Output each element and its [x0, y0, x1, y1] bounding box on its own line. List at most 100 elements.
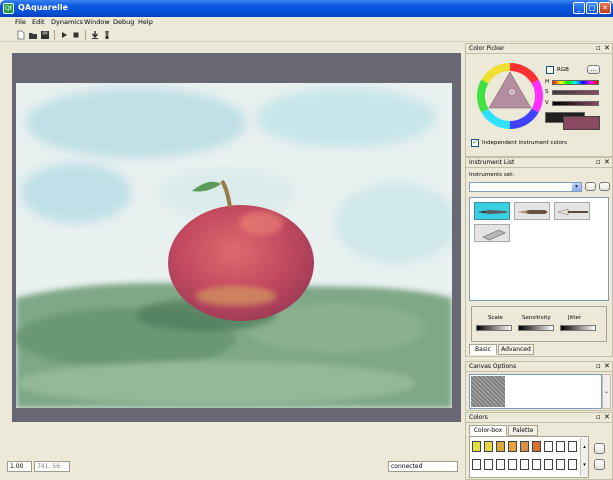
chevron-down-icon[interactable]: ▾: [572, 183, 581, 191]
apple-painting: [16, 83, 452, 408]
scale-slider[interactable]: [476, 325, 512, 331]
hue-label: H: [545, 79, 550, 85]
dock-header: Colors ▫ ✕: [466, 413, 612, 423]
round-brush-icon[interactable]: [474, 202, 510, 220]
color-swatch[interactable]: [568, 459, 577, 470]
menu-dynamics[interactable]: Dynamics: [51, 17, 83, 28]
flat-brush-icon[interactable]: [514, 202, 550, 220]
connection-status: connected: [388, 461, 458, 472]
dock-title: Colors: [469, 414, 488, 421]
float-icon[interactable]: ▫: [596, 362, 601, 371]
independent-colors-label: Independent instrument colors: [482, 140, 567, 146]
status-bar: 1.00 741, 56 connected: [0, 457, 465, 480]
tab-palette[interactable]: Palette: [508, 425, 538, 436]
new-document-icon[interactable]: [16, 30, 26, 40]
color-swatch[interactable]: [556, 459, 565, 470]
color-wheel[interactable]: [476, 62, 544, 130]
remove-color-button[interactable]: [594, 459, 605, 470]
scale-label: Scale: [488, 315, 503, 321]
menu-file[interactable]: File: [15, 17, 26, 28]
saturation-label: S: [545, 89, 549, 95]
color-swatch[interactable]: [508, 459, 517, 470]
value-label: V: [545, 100, 549, 106]
title-bar: Qt QAquarelle _ □ ✕: [0, 0, 613, 17]
menu-bar: File Edit Dynamics Window Debug Help: [0, 17, 613, 28]
value-slider[interactable]: [552, 101, 599, 106]
download-icon[interactable]: [90, 30, 100, 40]
dock-title: Canvas Options: [469, 363, 517, 370]
float-icon[interactable]: ▫: [596, 158, 601, 167]
close-icon[interactable]: ✕: [604, 362, 610, 371]
sensitivity-slider[interactable]: [518, 325, 554, 331]
color-swatch[interactable]: [520, 459, 529, 470]
independent-colors-checkbox[interactable]: ✓: [471, 139, 479, 147]
color-swatch[interactable]: [484, 441, 493, 452]
add-color-button[interactable]: [594, 443, 605, 454]
remove-set-button[interactable]: [599, 182, 610, 191]
menu-debug[interactable]: Debug: [113, 17, 134, 28]
add-set-button[interactable]: [585, 182, 596, 191]
jitter-slider[interactable]: [560, 325, 596, 331]
color-picker-dock: Color Picker ▫ ✕ RGB ... H S V ✓ Indepen…: [465, 43, 613, 157]
sensitivity-label: Sensitivity: [522, 315, 551, 321]
painting-canvas[interactable]: [16, 83, 452, 408]
color-swatch[interactable]: [496, 459, 505, 470]
color-swatch[interactable]: [472, 459, 481, 470]
color-swatch[interactable]: [544, 441, 553, 452]
menu-window[interactable]: Window: [84, 17, 110, 28]
canvas-options-dock: Canvas Options ▫ ✕ ⌄: [465, 361, 613, 411]
color-swatch[interactable]: [472, 441, 481, 452]
play-icon[interactable]: [59, 30, 69, 40]
close-icon[interactable]: ✕: [604, 413, 610, 422]
toolbar: [0, 28, 613, 42]
color-swatch[interactable]: [508, 441, 517, 452]
color-swatch[interactable]: [556, 441, 565, 452]
eraser-icon[interactable]: [474, 224, 510, 242]
save-icon[interactable]: [40, 30, 50, 40]
minimize-button[interactable]: _: [573, 2, 585, 14]
instruments-set-label: Instruments set:: [469, 172, 515, 178]
close-icon[interactable]: ✕: [604, 158, 610, 167]
brush-icon[interactable]: [102, 30, 112, 40]
dock-header: Canvas Options ▫ ✕: [466, 362, 612, 372]
color-swatch[interactable]: [520, 441, 529, 452]
maximize-button[interactable]: □: [586, 2, 598, 14]
vertical-scrollbar[interactable]: ▴ ▾: [580, 438, 588, 476]
tab-color-box[interactable]: Color-box: [469, 425, 507, 436]
dock-title: Instrument List: [469, 159, 515, 166]
color-swatch[interactable]: [484, 459, 493, 470]
hue-slider[interactable]: [552, 80, 599, 85]
vertical-scrollbar[interactable]: ⌄: [602, 374, 611, 409]
color-swatch[interactable]: [532, 459, 541, 470]
toolbar-separator: [54, 30, 55, 40]
float-icon[interactable]: ▫: [596, 413, 601, 422]
saturation-slider[interactable]: [552, 90, 599, 95]
dock-title: Color Picker: [469, 45, 505, 52]
instruments-set-select[interactable]: ▾: [469, 182, 582, 192]
instrument-settings-panel: Scale Sensitivity Jitter: [471, 306, 607, 342]
cursor-coordinates: 741, 56: [34, 461, 70, 472]
instrument-list-dock: Instrument List ▫ ✕ Instruments set: ▾ S…: [465, 157, 613, 357]
float-icon[interactable]: ▫: [596, 44, 601, 53]
canvas-texture-list: [469, 374, 602, 409]
fan-brush-icon[interactable]: [554, 202, 590, 220]
rgb-checkbox[interactable]: [546, 66, 554, 74]
zoom-field[interactable]: 1.00: [7, 461, 32, 472]
tab-advanced[interactable]: Advanced: [498, 344, 534, 355]
color-swatch[interactable]: [532, 441, 541, 452]
close-button[interactable]: ✕: [599, 2, 611, 14]
more-colors-button[interactable]: ...: [587, 65, 600, 74]
tab-basic[interactable]: Basic: [469, 344, 497, 355]
jitter-label: Jitter: [568, 315, 582, 321]
menu-edit[interactable]: Edit: [32, 17, 45, 28]
menu-help[interactable]: Help: [138, 17, 153, 28]
stop-icon[interactable]: [71, 30, 81, 40]
window-title: QAquarelle: [18, 3, 69, 12]
open-folder-icon[interactable]: [28, 30, 38, 40]
paper-texture-thumbnail[interactable]: [471, 376, 505, 407]
close-icon[interactable]: ✕: [604, 44, 610, 53]
color-swatch[interactable]: [496, 441, 505, 452]
dock-header: Color Picker ▫ ✕: [466, 44, 612, 54]
color-swatch[interactable]: [568, 441, 577, 452]
color-swatch[interactable]: [544, 459, 553, 470]
